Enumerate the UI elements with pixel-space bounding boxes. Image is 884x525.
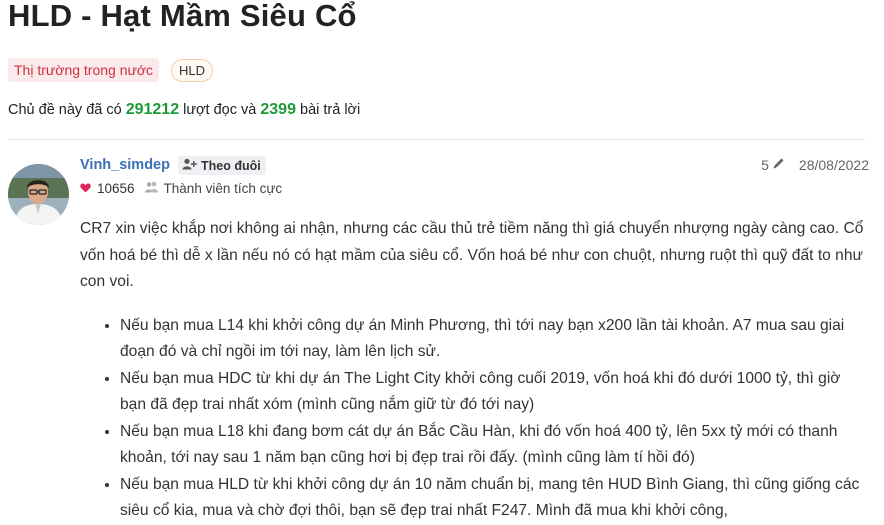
follow-user-icon xyxy=(182,158,197,173)
ticker-tag[interactable]: HLD xyxy=(171,58,214,82)
stats-prefix: Chủ đề này đã có xyxy=(8,102,122,118)
list-item: Nếu bạn mua HDC từ khi dự án The Light C… xyxy=(120,366,870,419)
reputation-count: 10656 xyxy=(97,181,135,196)
topic-tags: Thị trường trong nước HLD xyxy=(8,58,214,82)
post-date[interactable]: 28/08/2022 xyxy=(799,157,869,173)
edit-history[interactable]: 5 xyxy=(761,157,785,173)
list-item: Nếu bạn mua HLD từ khi khởi công dự án 1… xyxy=(120,472,870,525)
follow-button[interactable]: Theo đuôi xyxy=(178,156,266,175)
heart-icon xyxy=(80,181,91,196)
post-bullet-list: Nếu bạn mua L14 khi khởi công dự án Minh… xyxy=(80,313,870,525)
topic-stats: Chủ đề này đã có 291212 lượt đọc và 2399… xyxy=(8,101,360,119)
follow-label: Theo đuôi xyxy=(201,158,261,173)
edit-count: 5 xyxy=(761,157,769,173)
divider xyxy=(8,139,865,140)
list-item: Nếu bạn mua L14 khi khởi công dự án Minh… xyxy=(120,313,870,366)
post-paragraph: CR7 xin việc khắp nơi không ai nhận, như… xyxy=(80,220,864,290)
category-tag[interactable]: Thị trường trong nước xyxy=(8,58,160,82)
avatar[interactable] xyxy=(8,164,69,225)
user-rank: Thành viên tích cực xyxy=(163,181,283,196)
post-body: CR7 xin việc khắp nơi không ai nhận, như… xyxy=(80,216,870,525)
rank-users-icon xyxy=(144,181,158,196)
pencil-icon xyxy=(772,157,785,173)
views-count: 291212 xyxy=(125,101,180,118)
list-item: Nếu bạn mua L18 khi đang bơm cát dự án B… xyxy=(120,419,870,472)
post-author[interactable]: Vinh_simdep xyxy=(80,157,170,173)
post-meta: 5 28/08/2022 xyxy=(761,157,869,173)
topic-title: HLD - Hạt Mầm Siêu Cổ xyxy=(8,0,357,33)
stats-suffix: bài trả lời xyxy=(300,102,361,118)
replies-count: 2399 xyxy=(260,101,296,118)
stats-mid: lượt đọc và xyxy=(183,102,257,118)
user-info: 10656 Thành viên tích cực xyxy=(80,181,282,196)
